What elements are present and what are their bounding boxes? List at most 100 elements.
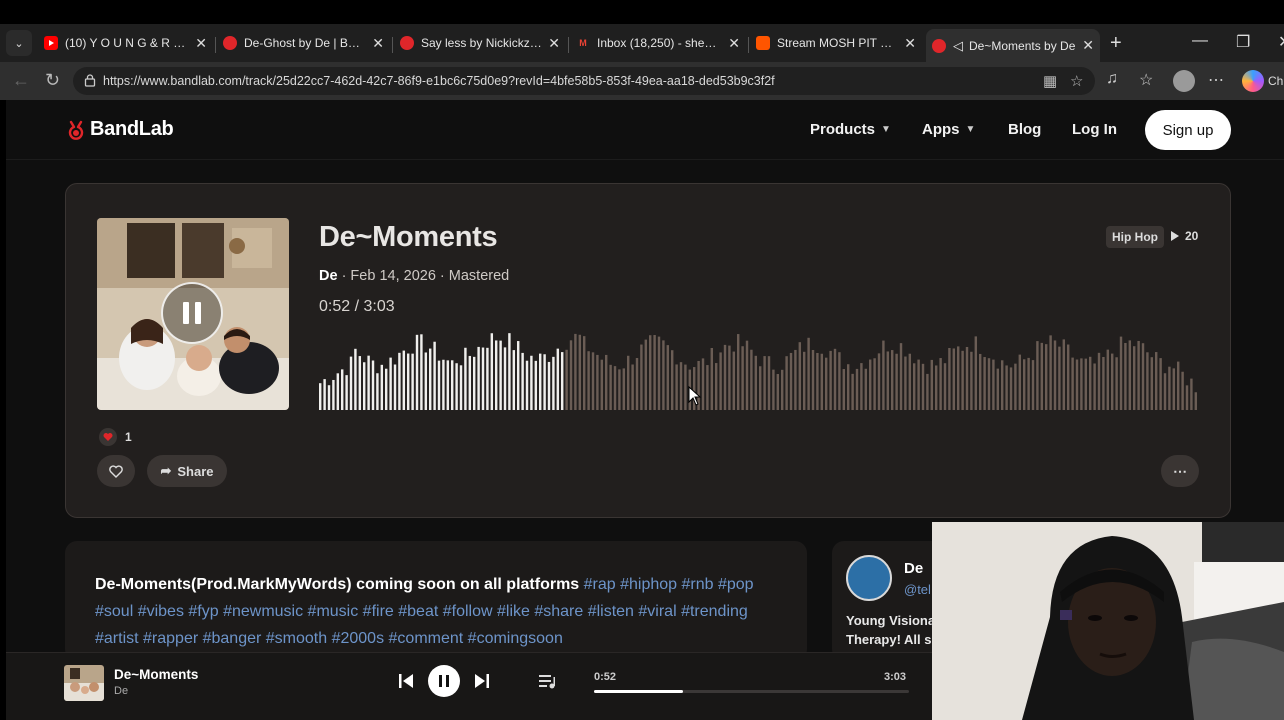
waveform-bar — [600, 359, 604, 410]
minimize-icon[interactable]: — — [1192, 32, 1208, 50]
waveform-bar — [851, 373, 854, 410]
copilot-icon[interactable] — [1242, 70, 1264, 92]
signup-button[interactable]: Sign up — [1145, 110, 1231, 150]
waveform-bar — [1071, 357, 1074, 410]
bandlab-logo[interactable]: BandLab — [64, 118, 174, 141]
favorites-icon[interactable]: ☆ — [1139, 70, 1153, 90]
waveform-bar — [1031, 360, 1035, 410]
share-button[interactable]: ➦ Share — [147, 455, 227, 487]
browser-tab[interactable]: Say less by Nickickz | Ba ✕ — [394, 29, 566, 57]
next-track-icon[interactable] — [472, 671, 492, 691]
waveform-bar — [503, 347, 507, 410]
waveform-bar — [684, 364, 687, 410]
waveform-bar — [587, 351, 590, 410]
queue-icon[interactable] — [537, 671, 557, 691]
waveform-bar — [490, 333, 494, 410]
artist-name[interactable]: De — [904, 560, 923, 577]
player-track-title[interactable]: De~Moments — [114, 667, 198, 682]
url-field[interactable]: https://www.bandlab.com/track/25d22cc7-4… — [73, 67, 1095, 95]
player-cover-art[interactable] — [64, 665, 104, 701]
waveform-bar — [644, 339, 648, 410]
tab-close-icon[interactable]: ✕ — [372, 35, 384, 52]
waveform-bar — [715, 363, 718, 410]
profile-avatar[interactable] — [1173, 70, 1195, 92]
track-cover-art[interactable] — [97, 218, 289, 410]
waveform[interactable] — [319, 320, 1199, 410]
player-progress-bar[interactable] — [594, 690, 909, 693]
like-count-value: 1 — [125, 430, 132, 444]
tab-separator — [215, 37, 216, 53]
waveform-bar — [1089, 356, 1092, 410]
waveform-bar — [1027, 357, 1030, 410]
track-artist-link[interactable]: De — [319, 268, 338, 284]
waveform-bar — [1009, 367, 1013, 410]
share-icon: ➦ — [160, 463, 172, 478]
genre-badge[interactable]: Hip Hop — [1106, 226, 1164, 248]
waveform-bar — [420, 334, 423, 410]
nav-blog[interactable]: Blog — [1008, 121, 1041, 138]
waveform-bar — [371, 360, 375, 410]
media-control-icon[interactable]: ♫ — [1106, 70, 1118, 88]
close-window-icon[interactable]: ✕ — [1278, 32, 1284, 52]
waveform-bar — [992, 359, 995, 410]
tab-title: Stream MOSH PIT 2.19 b — [777, 36, 898, 50]
back-icon[interactable]: ← — [12, 70, 30, 91]
browser-tab[interactable]: (10) Y O U N G & R E C I ✕ — [38, 29, 213, 57]
tab-list-button[interactable]: ⌄ — [6, 30, 32, 56]
tab-close-icon[interactable]: ✕ — [195, 35, 207, 52]
waveform-bar — [741, 346, 744, 410]
waveform-bar — [1185, 385, 1189, 410]
player-pause-button[interactable] — [428, 665, 460, 697]
chevron-down-icon: ▼ — [965, 124, 976, 135]
waveform-bar — [499, 340, 502, 410]
waveform-bar — [622, 368, 626, 410]
play-count-value: 20 — [1185, 229, 1199, 243]
waveform-bar — [794, 349, 797, 410]
tab-title: (10) Y O U N G & R E C I — [65, 36, 190, 50]
waveform-bar — [605, 354, 608, 410]
app-available-icon[interactable]: ▦ — [1043, 72, 1057, 90]
bandlab-icon — [932, 38, 946, 53]
waveform-bar — [908, 353, 912, 410]
chevron-down-icon: ⌄ — [14, 37, 24, 50]
waveform-bar — [807, 337, 810, 410]
nav-products[interactable]: Products ▼ — [810, 121, 891, 138]
tab-close-icon[interactable]: ✕ — [728, 35, 740, 52]
previous-track-icon[interactable] — [396, 671, 416, 691]
waveform-bar — [798, 342, 802, 410]
more-menu-icon[interactable]: ⋯ — [1208, 70, 1224, 90]
waveform-bar — [1049, 335, 1052, 410]
like-button[interactable] — [97, 455, 135, 487]
tab-close-icon[interactable]: ✕ — [1082, 37, 1094, 54]
speaker-icon[interactable]: ◁ — [953, 38, 963, 54]
webcam-overlay — [932, 522, 1284, 720]
artist-avatar[interactable] — [846, 555, 892, 601]
youtube-icon — [44, 36, 58, 50]
waveform-bar — [464, 347, 467, 410]
waveform-bar — [539, 353, 542, 410]
tab-close-icon[interactable]: ✕ — [904, 35, 916, 52]
new-tab-icon[interactable]: + — [1110, 32, 1122, 55]
browser-tab[interactable]: M Inbox (18,250) - shemsa ✕ — [570, 29, 746, 57]
browser-tab[interactable]: Stream MOSH PIT 2.19 b ✕ — [750, 29, 922, 57]
player-artist[interactable]: De — [114, 685, 128, 697]
tab-close-icon[interactable]: ✕ — [548, 35, 560, 52]
browser-tab[interactable]: ◁ De~Moments by De ✕ — [926, 29, 1100, 62]
waveform-bar — [565, 349, 568, 410]
favorite-star-icon[interactable]: ☆ — [1070, 72, 1083, 90]
waveform-bar — [671, 350, 674, 410]
restore-icon[interactable]: ❐ — [1236, 32, 1250, 52]
cover-pause-button[interactable] — [161, 282, 223, 344]
more-options-button[interactable]: ⋯ — [1161, 455, 1199, 487]
waveform-bar — [1172, 368, 1176, 410]
gmail-icon: M — [579, 38, 587, 48]
waveform-bar — [864, 368, 868, 410]
nav-apps[interactable]: Apps ▼ — [922, 121, 975, 138]
nav-login[interactable]: Log In — [1072, 121, 1117, 138]
browser-tab[interactable]: De-Ghost by De | BandLab ✕ — [217, 29, 390, 57]
waveform-bar — [411, 353, 414, 410]
pause-icon — [439, 675, 442, 687]
waveform-bar — [710, 348, 714, 410]
waveform-bar — [380, 364, 384, 410]
reload-icon[interactable]: ↻ — [45, 70, 60, 91]
